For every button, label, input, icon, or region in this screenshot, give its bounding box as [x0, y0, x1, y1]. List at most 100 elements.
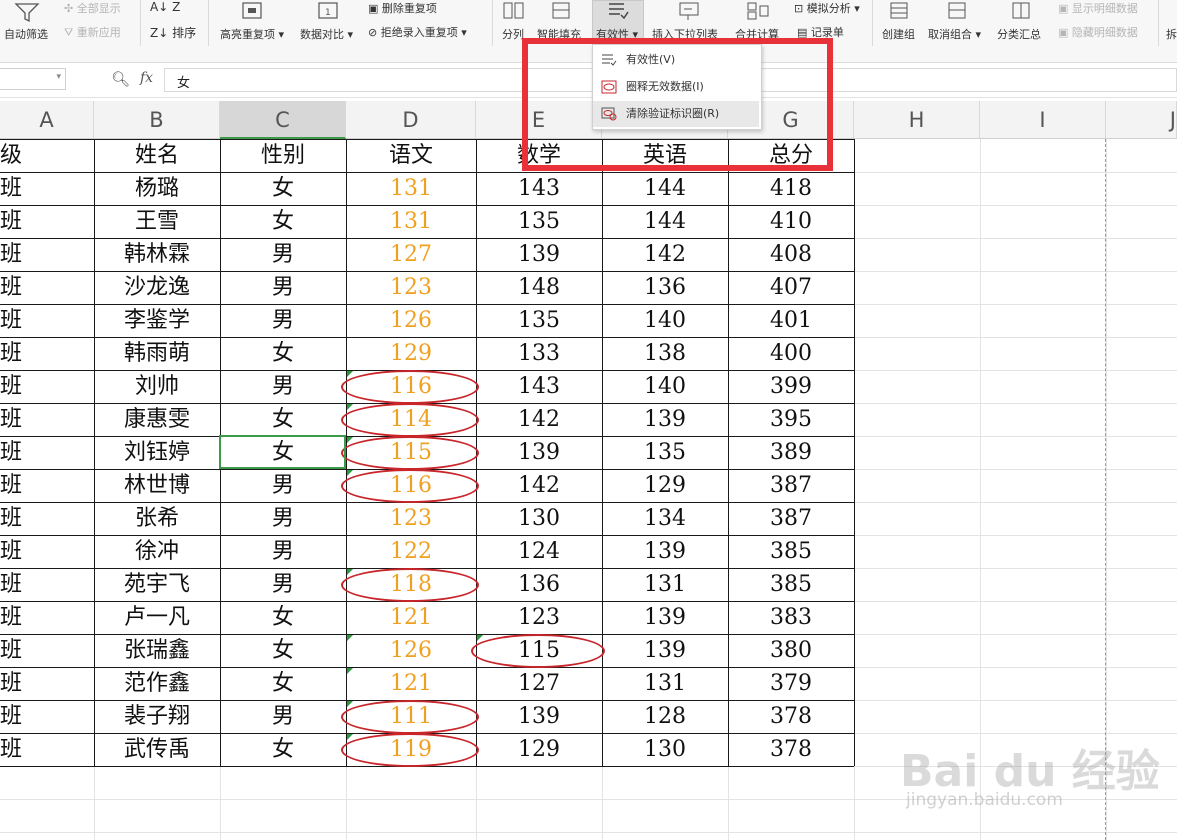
table-cell[interactable]: 134 — [602, 502, 728, 535]
table-cell[interactable]: 418 — [728, 172, 854, 205]
table-cell[interactable]: 刘帅 — [94, 370, 220, 403]
split-column-icon[interactable] — [502, 0, 526, 22]
table-header-cell[interactable]: 级 — [0, 139, 94, 172]
zoom-search-icon[interactable]: 🔍︎ — [111, 70, 130, 88]
table-cell[interactable]: 武传禹 — [94, 733, 220, 766]
table-cell[interactable]: 124 — [476, 535, 602, 568]
table-cell[interactable]: 班 — [0, 436, 94, 469]
table-cell[interactable]: 康惠雯 — [94, 403, 220, 436]
table-cell[interactable]: 女 — [220, 172, 346, 205]
table-cell[interactable]: 139 — [476, 700, 602, 733]
table-cell[interactable]: 班 — [0, 238, 94, 271]
table-cell[interactable]: 139 — [602, 403, 728, 436]
table-cell[interactable]: 131 — [346, 172, 476, 205]
table-cell[interactable]: 143 — [476, 172, 602, 205]
table-cell[interactable]: 126 — [346, 634, 476, 667]
table-cell[interactable]: 卢一凡 — [94, 601, 220, 634]
column-header-c[interactable]: C — [220, 101, 346, 139]
show-detail-button[interactable]: ▣ 显示明细数据 — [1058, 0, 1138, 16]
reapply-button[interactable]: ⛛ 重新应用 — [64, 24, 121, 40]
table-cell[interactable]: 144 — [602, 172, 728, 205]
hide-detail-button[interactable]: ▣ 隐藏明细数据 — [1058, 24, 1138, 40]
table-cell[interactable]: 男 — [220, 370, 346, 403]
table-cell[interactable]: 男 — [220, 502, 346, 535]
table-cell[interactable]: 班 — [0, 601, 94, 634]
column-header-b[interactable]: B — [94, 101, 220, 139]
table-cell[interactable]: 385 — [728, 568, 854, 601]
show-all-button[interactable]: ✣ 全部显示 — [64, 0, 121, 16]
table-cell[interactable]: 刘钰婷 — [94, 436, 220, 469]
table-cell[interactable]: 123 — [476, 601, 602, 634]
table-cell[interactable]: 138 — [602, 337, 728, 370]
table-cell[interactable]: 林世博 — [94, 469, 220, 502]
table-cell[interactable]: 139 — [602, 535, 728, 568]
table-cell[interactable]: 395 — [728, 403, 854, 436]
table-cell[interactable]: 140 — [602, 370, 728, 403]
table-header-cell[interactable]: 语文 — [346, 139, 476, 172]
table-cell[interactable]: 378 — [728, 733, 854, 766]
table-cell[interactable]: 400 — [728, 337, 854, 370]
table-cell[interactable]: 男 — [220, 568, 346, 601]
table-cell[interactable]: 143 — [476, 370, 602, 403]
merge-calc-icon[interactable] — [746, 0, 770, 22]
table-cell[interactable]: 131 — [346, 205, 476, 238]
table-cell[interactable]: 女 — [220, 733, 346, 766]
create-group-icon[interactable] — [888, 0, 912, 22]
table-cell[interactable]: 142 — [602, 238, 728, 271]
table-cell[interactable]: 127 — [346, 238, 476, 271]
what-if-analysis-button[interactable]: ⊡ 模拟分析 ▾ — [794, 0, 860, 16]
column-header-a[interactable]: A — [0, 101, 94, 139]
table-cell[interactable]: 班 — [0, 271, 94, 304]
column-header-d[interactable]: D — [346, 101, 476, 139]
table-cell[interactable]: 136 — [602, 271, 728, 304]
table-cell[interactable]: 387 — [728, 502, 854, 535]
table-cell[interactable]: 班 — [0, 403, 94, 436]
table-cell[interactable]: 401 — [728, 304, 854, 337]
create-group-button[interactable]: 创建组 — [882, 26, 915, 42]
table-cell[interactable]: 129 — [346, 337, 476, 370]
subtotal-icon[interactable] — [1010, 0, 1034, 22]
table-cell[interactable]: 142 — [476, 403, 602, 436]
table-cell[interactable]: 123 — [346, 271, 476, 304]
table-cell[interactable]: 135 — [476, 304, 602, 337]
filter-icon[interactable] — [14, 2, 40, 22]
table-cell[interactable]: 122 — [346, 535, 476, 568]
table-cell[interactable]: 410 — [728, 205, 854, 238]
table-cell[interactable]: 408 — [728, 238, 854, 271]
table-cell[interactable]: 139 — [476, 436, 602, 469]
highlight-duplicates-button[interactable]: 高亮重复项 ▾ — [220, 26, 284, 42]
table-cell[interactable]: 班 — [0, 568, 94, 601]
table-cell[interactable]: 378 — [728, 700, 854, 733]
sort-button[interactable]: Z↓ 排序 — [150, 24, 196, 41]
column-header-j[interactable]: J — [1106, 101, 1177, 139]
table-cell[interactable]: 女 — [220, 403, 346, 436]
ungroup-button[interactable]: 取消组合 ▾ — [928, 26, 981, 42]
table-cell[interactable]: 男 — [220, 535, 346, 568]
validity-icon[interactable] — [606, 0, 630, 22]
table-cell[interactable]: 杨璐 — [94, 172, 220, 205]
table-cell[interactable]: 139 — [602, 634, 728, 667]
table-cell[interactable]: 男 — [220, 271, 346, 304]
column-header-h[interactable]: H — [854, 101, 980, 139]
table-cell[interactable]: 135 — [476, 205, 602, 238]
table-cell[interactable]: 139 — [602, 601, 728, 634]
table-cell[interactable]: 韩林霖 — [94, 238, 220, 271]
table-cell[interactable]: 131 — [602, 568, 728, 601]
table-cell[interactable]: 韩雨萌 — [94, 337, 220, 370]
table-cell[interactable]: 范作鑫 — [94, 667, 220, 700]
table-cell[interactable]: 136 — [476, 568, 602, 601]
table-cell[interactable]: 苑宇飞 — [94, 568, 220, 601]
table-cell[interactable]: 沙龙逸 — [94, 271, 220, 304]
table-cell[interactable]: 380 — [728, 634, 854, 667]
table-header-cell[interactable]: 性别 — [220, 139, 346, 172]
data-compare-button[interactable]: 数据对比 ▾ — [300, 26, 353, 42]
table-cell[interactable]: 121 — [346, 601, 476, 634]
table-cell[interactable]: 女 — [220, 601, 346, 634]
table-cell[interactable]: 男 — [220, 700, 346, 733]
table-cell[interactable]: 男 — [220, 238, 346, 271]
highlight-duplicates-icon[interactable] — [240, 0, 266, 22]
delete-duplicates-button[interactable]: ▣ 删除重复项 — [368, 0, 437, 16]
table-cell[interactable]: 399 — [728, 370, 854, 403]
table-cell[interactable]: 班 — [0, 304, 94, 337]
table-cell[interactable]: 张瑞鑫 — [94, 634, 220, 667]
